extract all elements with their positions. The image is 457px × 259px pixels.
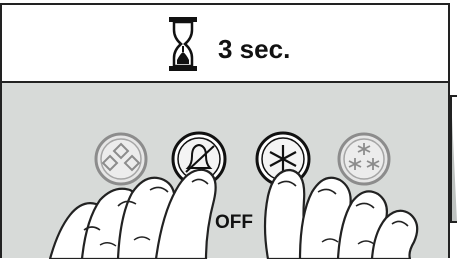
off-label: OFF bbox=[215, 212, 253, 233]
instruction-illustration: 3 sec. OFF bbox=[0, 0, 457, 259]
super-freeze-button[interactable] bbox=[337, 132, 391, 186]
diamond-pattern-button[interactable] bbox=[94, 132, 148, 186]
duration-label: 3 sec. bbox=[218, 34, 290, 64]
